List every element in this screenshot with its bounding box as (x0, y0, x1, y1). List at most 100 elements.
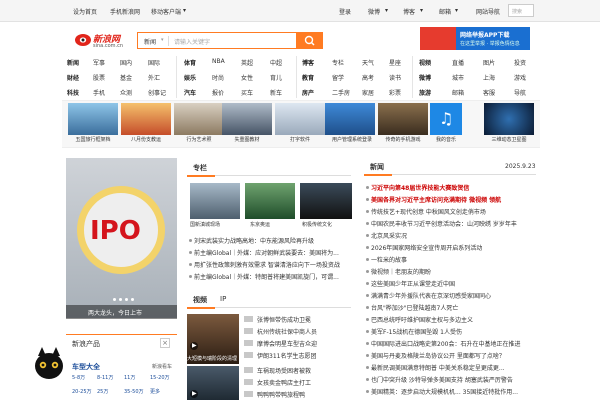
video-item[interactable]: 摩博会明星车型吉众迎 (257, 339, 352, 348)
nav-fashion[interactable]: 时尚 (212, 73, 224, 82)
nav-chuangshiji[interactable]: 创事记 (148, 88, 166, 97)
thumb-label-8[interactable]: 我的音乐 (418, 136, 474, 143)
mascot-cat[interactable] (32, 346, 66, 382)
thumb-label-2[interactable]: 八月份支教运 (118, 136, 174, 143)
banner-ad[interactable]: 网络举报APP下载 在这里举报 · 举报色情信息 (420, 27, 530, 50)
thumb-label-4[interactable]: 失重图教材 (219, 136, 275, 143)
video-item[interactable]: 车祸现场受困者被救 (257, 366, 352, 375)
blog-link[interactable]: 博客 (403, 7, 415, 16)
zhuanlan-item[interactable]: 前主编Global｜外媒：应对朝鲜武装要去：美国将为... (194, 248, 354, 257)
news-item[interactable]: 中国农民丰收节习近平创意活动会：山河映绣 岁岁年丰 (371, 219, 537, 228)
car-price-link[interactable]: 更多 (150, 388, 160, 395)
nav-lottery[interactable]: 彩票 (389, 88, 401, 97)
nav-books[interactable]: 读书 (389, 73, 401, 82)
nav-horoscope[interactable]: 星座 (389, 58, 401, 67)
nav-sports[interactable]: 体育 (184, 58, 196, 67)
nav-epl[interactable]: 英超 (241, 58, 253, 67)
nav-weibo[interactable]: 微博 (419, 73, 431, 82)
news-item[interactable]: 美国与丹麦及格陵兰岛协议公开 里面都写了点啥？ (371, 351, 537, 360)
search-button[interactable] (297, 32, 323, 49)
nav-invest[interactable]: 投资 (514, 58, 526, 67)
news-item[interactable]: 习近平向第48届世界技能大赛致贺信 (371, 183, 537, 192)
nav-live[interactable]: 直播 (452, 58, 464, 67)
nav-new-car[interactable]: 新车 (270, 88, 282, 97)
nav-photos[interactable]: 图片 (483, 58, 495, 67)
zhuanlan-title[interactable]: 专栏 (193, 163, 207, 173)
news-item[interactable]: 2026年国家网络安全宣传周开启系列活动 (371, 243, 537, 252)
nav-mail[interactable]: 邮箱 (452, 88, 464, 97)
car-price-link[interactable]: 35-50万 (124, 388, 144, 395)
nav-games[interactable]: 游戏 (514, 73, 526, 82)
video-item[interactable]: 杭州传统社保中商人员 (257, 327, 352, 336)
zhuanlan-item[interactable]: 刘宋武装实力战略高地：中东能源风险再升级 (194, 236, 354, 245)
car-price-link[interactable]: 5-8万 (72, 374, 85, 381)
thumb-label-5[interactable]: 打字软件 (272, 136, 328, 143)
thumb-image-8[interactable]: ♫ (430, 103, 462, 135)
thumb-image-2[interactable] (121, 103, 171, 135)
news-item[interactable]: 满满青少年外援队代表在京深切感受家国同心 (371, 291, 537, 300)
news-item[interactable]: 微视频｜老朋友的期盼 (371, 267, 537, 276)
news-item[interactable]: 美国各界对习近平主席访问充满期待 微视频 领航 (371, 195, 537, 204)
set-homepage-link[interactable]: 设为首页 (73, 7, 97, 16)
nav-entertainment[interactable]: 娱乐 (184, 73, 196, 82)
nav-women[interactable]: 女性 (241, 73, 253, 82)
nav-guide[interactable]: 导航 (514, 88, 526, 97)
news-item[interactable]: 一粒米的故事 (371, 255, 537, 264)
nav-city[interactable]: 城市 (452, 73, 464, 82)
news-item[interactable]: 这些美国少年正从课堂走近中国 (371, 279, 537, 288)
nav-auto[interactable]: 汽车 (184, 88, 196, 97)
nav-news[interactable]: 新闻 (67, 58, 79, 67)
top-search-input[interactable]: 搜索 (508, 4, 534, 17)
zhuanlan-caption-1[interactable]: 国新滇城现场 (190, 221, 220, 228)
nav-finance[interactable]: 财经 (67, 73, 79, 82)
news-item[interactable]: 台风"桦加沙"已登陆越南7人死亡 (371, 303, 537, 312)
nav-forex[interactable]: 外汇 (148, 73, 160, 82)
zhuanlan-image-3[interactable] (300, 183, 352, 219)
news-item[interactable]: 中国国际进出口战略史第200会：石升在中基地正在推进 (371, 339, 537, 348)
tab-ip[interactable]: IP (220, 295, 226, 303)
thumb-image-1[interactable] (68, 103, 118, 135)
news-item[interactable]: 美国精英：逐步启动大规模机机... 35国接近特批作用... (371, 387, 537, 396)
news-item[interactable]: 北京风采实况 (371, 231, 537, 240)
video-item[interactable]: 女孩卖金鸭店主打工 (257, 378, 352, 387)
zhuanlan-caption-3[interactable]: 积极传统文化 (302, 221, 332, 228)
nav-study-abroad[interactable]: 留学 (332, 73, 344, 82)
thumb-label-6[interactable]: 用户管理系统登录 (322, 136, 382, 143)
zhuanlan-image-1[interactable] (190, 183, 240, 219)
mobile-client-link[interactable]: 移动客户端 (151, 7, 181, 16)
news-item[interactable]: 美军F-15战机在德国坠毁 1人受伤 (371, 327, 537, 336)
sina-logo[interactable]: 新浪网 sina.com.cn (74, 30, 132, 50)
zhuanlan-image-2[interactable] (245, 183, 295, 219)
car-price-link[interactable]: 11万 (124, 374, 135, 381)
car-price-link[interactable]: 20-25万 (72, 388, 92, 395)
thumb-image-7[interactable] (378, 103, 428, 135)
nav-phone[interactable]: 手机 (93, 88, 105, 97)
car-price-link[interactable]: 25万 (97, 388, 108, 395)
mail-link[interactable]: 邮箱 (439, 7, 451, 16)
nav-buy-car[interactable]: 买车 (241, 88, 253, 97)
nav-shanghai[interactable]: 上海 (483, 73, 495, 82)
nav-nba[interactable]: NBA (212, 58, 225, 65)
zhuanlan-item[interactable]: 用扩张性政策刺激有效需求 智谱清洛应向下一场投资战 (194, 260, 354, 269)
mobile-sina-link[interactable]: 手机新浪网 (110, 7, 140, 16)
site-nav-link[interactable]: 网站导航 (476, 7, 500, 16)
video-item[interactable]: 鸭鸭鸭带鸭旅程鸭 (257, 390, 352, 399)
thumb-image-9[interactable] (484, 103, 534, 135)
zhuanlan-item[interactable]: 前主编Global｜外媒：特朗普将建美国凯旋门，可谓... (194, 272, 354, 281)
video-item[interactable]: 张博恒带伤成功卫冕 (257, 315, 352, 324)
nav-column[interactable]: 专栏 (332, 58, 344, 67)
thumb-label-9[interactable]: 三维动态卫星图 (481, 136, 537, 143)
video-thumbnail[interactable]: ▶ 大短模与瑞阶段的清理 (187, 314, 239, 364)
play-icon[interactable]: ▶ (190, 342, 198, 350)
search-input[interactable]: 请输入关键字 (174, 37, 210, 46)
nav-realestate[interactable]: 房产 (302, 88, 314, 97)
car-link[interactable]: 新浪看车 (152, 363, 172, 370)
nav-travel[interactable]: 旅游 (419, 88, 431, 97)
nav-csl[interactable]: 中超 (270, 58, 282, 67)
nav-testing[interactable]: 众测 (120, 88, 132, 97)
video-item[interactable]: 伊朗311名学生志愿团 (257, 351, 352, 360)
nav-service[interactable]: 客服 (483, 88, 495, 97)
thumb-image-6[interactable] (325, 103, 375, 135)
nav-stocks[interactable]: 股票 (93, 73, 105, 82)
nav-weather[interactable]: 天气 (362, 58, 374, 67)
